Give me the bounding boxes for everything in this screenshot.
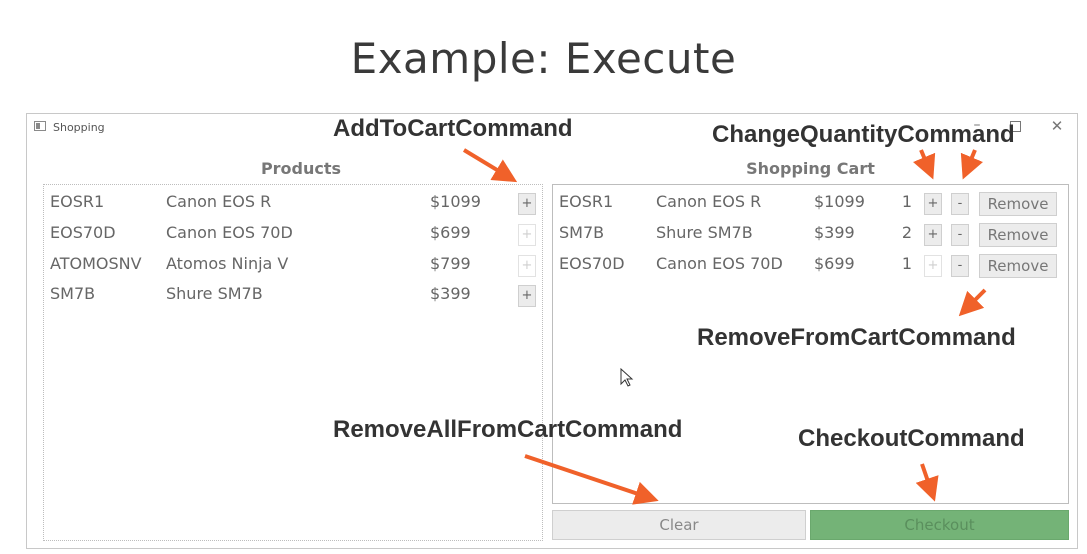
cart-item-quantity: 1 bbox=[901, 254, 912, 273]
remove-from-cart-annotation: RemoveFromCartCommand bbox=[697, 324, 1016, 351]
increase-quantity-button[interactable]: + bbox=[924, 224, 942, 246]
add-to-cart-button: + bbox=[518, 224, 536, 246]
checkout-annotation: CheckoutCommand bbox=[798, 425, 1025, 452]
product-name: Atomos Ninja V bbox=[166, 254, 289, 273]
cart-item-name: Canon EOS R bbox=[656, 192, 762, 211]
product-price: $1099 bbox=[430, 192, 481, 211]
cart-item-name: Shure SM7B bbox=[656, 223, 753, 242]
cart-item-code: EOSR1 bbox=[559, 192, 614, 211]
increase-quantity-button: + bbox=[924, 255, 942, 277]
product-row[interactable]: EOSR1 Canon EOS R $1099 + bbox=[44, 187, 542, 217]
slide-title: Example: Execute bbox=[350, 34, 737, 83]
product-row[interactable]: EOS70D Canon EOS 70D $699 + bbox=[44, 218, 542, 248]
add-to-cart-button[interactable]: + bbox=[518, 285, 536, 307]
product-price: $399 bbox=[430, 284, 471, 303]
product-name: Shure SM7B bbox=[166, 284, 263, 303]
change-quantity-annotation: ChangeQuantityCommand bbox=[712, 121, 1015, 148]
decrease-quantity-button[interactable]: - bbox=[951, 193, 969, 215]
product-code: EOS70D bbox=[50, 223, 116, 242]
products-header: Products bbox=[260, 159, 342, 178]
remove-button[interactable]: Remove bbox=[979, 192, 1057, 216]
window-title: Shopping bbox=[53, 121, 105, 134]
remove-button[interactable]: Remove bbox=[979, 223, 1057, 247]
cart-row[interactable]: EOS70D Canon EOS 70D $699 1 + - Remove bbox=[553, 249, 1068, 279]
product-row[interactable]: ATOMOSNV Atomos Ninja V $799 + bbox=[44, 249, 542, 279]
product-price: $799 bbox=[430, 254, 471, 273]
product-price: $699 bbox=[430, 223, 471, 242]
cart-item-quantity: 2 bbox=[901, 223, 912, 242]
product-code: ATOMOSNV bbox=[50, 254, 142, 273]
cart-row[interactable]: EOSR1 Canon EOS R $1099 1 + - Remove bbox=[553, 187, 1068, 217]
product-code: SM7B bbox=[50, 284, 96, 303]
checkout-button[interactable]: Checkout bbox=[810, 510, 1069, 540]
product-name: Canon EOS R bbox=[166, 192, 272, 211]
cart-item-price: $699 bbox=[814, 254, 855, 273]
mouse-cursor-icon bbox=[620, 368, 634, 387]
cart-item-price: $1099 bbox=[814, 192, 865, 211]
product-code: EOSR1 bbox=[50, 192, 105, 211]
products-list[interactable]: EOSR1 Canon EOS R $1099 + EOS70D Canon E… bbox=[43, 184, 543, 541]
product-name: Canon EOS 70D bbox=[166, 223, 293, 242]
decrease-quantity-button[interactable]: - bbox=[951, 255, 969, 277]
add-to-cart-button: + bbox=[518, 255, 536, 277]
app-window-icon bbox=[34, 121, 46, 131]
cart-item-quantity: 1 bbox=[901, 192, 912, 211]
increase-quantity-button[interactable]: + bbox=[924, 193, 942, 215]
add-to-cart-button[interactable]: + bbox=[518, 193, 536, 215]
decrease-quantity-button[interactable]: - bbox=[951, 224, 969, 246]
close-button[interactable]: ✕ bbox=[1047, 117, 1067, 135]
cart-item-name: Canon EOS 70D bbox=[656, 254, 783, 273]
cart-header: Shopping Cart bbox=[746, 159, 875, 178]
cart-item-code: SM7B bbox=[559, 223, 605, 242]
clear-button[interactable]: Clear bbox=[552, 510, 806, 540]
product-row[interactable]: SM7B Shure SM7B $399 + bbox=[44, 279, 542, 309]
remove-button[interactable]: Remove bbox=[979, 254, 1057, 278]
cart-row[interactable]: SM7B Shure SM7B $399 2 + - Remove bbox=[553, 218, 1068, 248]
remove-all-annotation: RemoveAllFromCartCommand bbox=[333, 416, 683, 443]
cart-item-price: $399 bbox=[814, 223, 855, 242]
cart-item-code: EOS70D bbox=[559, 254, 625, 273]
add-to-cart-annotation: AddToCartCommand bbox=[333, 115, 573, 142]
